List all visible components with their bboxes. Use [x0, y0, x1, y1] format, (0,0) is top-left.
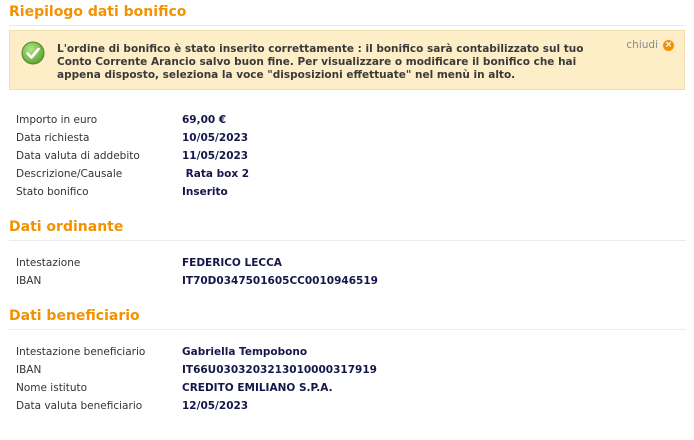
detail-value: CREDITO EMILIANO S.P.A.: [182, 382, 333, 394]
close-label: chiudi: [626, 39, 658, 51]
detail-value: Rata box 2: [182, 168, 250, 180]
close-notice-button[interactable]: chiudi ×: [626, 39, 674, 51]
detail-label: Data valuta di addebito: [16, 150, 140, 162]
detail-value: Gabriella Tempobono: [182, 346, 308, 358]
detail-label: Intestazione beneficiario: [16, 346, 146, 358]
detail-label: Data valuta beneficiario: [16, 400, 143, 412]
detail-value: 11/05/2023: [182, 150, 249, 162]
detail-label: IBAN: [16, 364, 42, 376]
detail-value: 69,00 €: [182, 114, 227, 126]
detail-label: Stato bonifico: [16, 186, 89, 198]
ordinante-title: Dati ordinante: [9, 218, 686, 241]
checkmark-circle-icon: [21, 41, 45, 65]
detail-value: FEDERICO LECCA: [182, 257, 282, 269]
detail-label: IBAN: [16, 275, 42, 287]
beneficiario-title: Dati beneficiario: [9, 307, 686, 330]
detail-value: 12/05/2023: [182, 400, 249, 412]
close-circle-icon[interactable]: ×: [663, 39, 674, 51]
detail-value: IT66U0303203213010000317919: [182, 364, 377, 376]
detail-label: Descrizione/Causale: [16, 168, 123, 180]
summary-title: Riepilogo dati bonifico: [9, 3, 686, 26]
detail-value: Inserito: [182, 186, 228, 198]
detail-value: 10/05/2023: [182, 132, 249, 144]
detail-label: Intestazione: [16, 257, 81, 269]
success-notice: L'ordine di bonifico è stato inserito co…: [9, 30, 685, 90]
detail-value: IT70D0347501605CC0010946519: [182, 275, 378, 287]
detail-label: Importo in euro: [16, 114, 98, 126]
detail-label: Nome istituto: [16, 382, 88, 394]
notice-message: L'ordine di bonifico è stato inserito co…: [57, 43, 584, 81]
detail-label: Data richiesta: [16, 132, 90, 144]
